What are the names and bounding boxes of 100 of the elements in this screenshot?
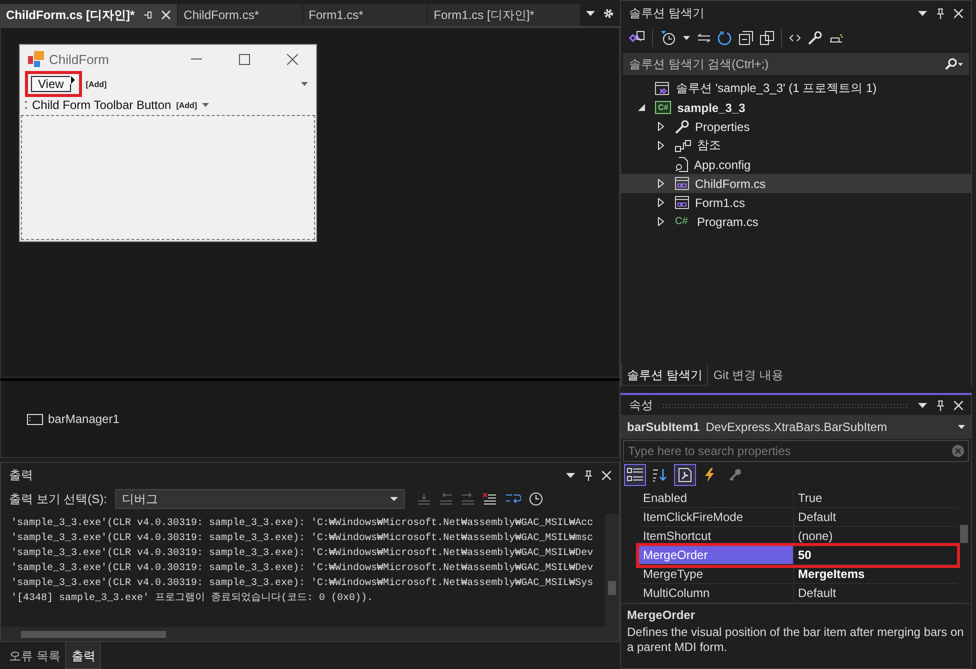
dropdown-icon[interactable] bbox=[390, 497, 398, 501]
panel-tab[interactable]: 오류 목록 bbox=[4, 642, 66, 669]
dropdown-icon[interactable] bbox=[586, 10, 595, 16]
object-selector[interactable]: barSubItem1 DevExpress.XtraBars.BarSubItem bbox=[621, 415, 971, 439]
dropdown-icon[interactable] bbox=[918, 402, 927, 408]
panel-tab[interactable]: 출력 bbox=[65, 642, 102, 669]
document-tab[interactable]: ChildForm.cs [디자인]* bbox=[0, 4, 178, 26]
tree-item[interactable]: App.config bbox=[621, 155, 971, 174]
property-row[interactable]: MultiColumn Default bbox=[639, 584, 957, 603]
search-field[interactable]: Type here to search properties bbox=[623, 440, 969, 462]
file-icon: C# bbox=[675, 216, 691, 227]
tree-item[interactable]: 솔루션 'sample_3_3' (1 프로젝트의 1) bbox=[621, 79, 971, 98]
solution-icon[interactable] bbox=[629, 31, 645, 45]
solution-icon bbox=[655, 82, 670, 96]
config-file-icon bbox=[675, 157, 688, 172]
maximize-icon[interactable] bbox=[239, 54, 250, 64]
source-label: 출력 보기 선택(S): bbox=[9, 490, 107, 508]
collapsed-arrow-icon[interactable] bbox=[658, 217, 664, 226]
component-name[interactable]: barManager1 bbox=[48, 412, 120, 426]
menu-item[interactable]: View bbox=[31, 76, 71, 92]
minimize-icon[interactable] bbox=[191, 58, 202, 60]
sort-icon[interactable] bbox=[652, 468, 668, 482]
property-row[interactable]: Enabled True bbox=[639, 489, 957, 508]
add-item-link[interactable]: [Add] bbox=[176, 100, 198, 110]
close-icon[interactable] bbox=[287, 54, 298, 64]
references-icon bbox=[675, 140, 691, 152]
document-wrench-icon[interactable] bbox=[677, 468, 693, 482]
output-line: 'sample_3_3.exe'(CLR v4.0.30319: sample_3_3.exe): 'C:₩Windows₩Microsoft.Net₩assembly₩GAC_MSIL₩Acc bbox=[11, 516, 594, 531]
tree-item[interactable]: C# Program.cs bbox=[621, 212, 971, 231]
app-icon bbox=[28, 50, 45, 68]
output-line: '[4348] sample_3_3.exe' 프로그램이 종료되었습니다(코드: 0 (0x0)). bbox=[11, 592, 374, 606]
project-icon: C# bbox=[655, 101, 672, 114]
component-icon bbox=[27, 414, 43, 424]
form-window[interactable]: ChildForm View [Add] Child Form Toolbar Button [Add] bbox=[19, 44, 317, 242]
dropdown-icon[interactable] bbox=[683, 36, 690, 40]
word-wrap-icon[interactable] bbox=[505, 492, 521, 506]
property-row[interactable]: MergeType MergeItems bbox=[639, 565, 957, 584]
collapsed-arrow-icon[interactable] bbox=[658, 122, 664, 131]
categorized-button[interactable] bbox=[624, 464, 646, 486]
pin-icon[interactable] bbox=[584, 470, 593, 480]
pin-icon[interactable] bbox=[142, 10, 153, 20]
refresh-icon[interactable] bbox=[718, 31, 732, 45]
goto-line-icon[interactable] bbox=[417, 493, 431, 505]
form-file-icon bbox=[675, 196, 689, 209]
history-icon[interactable] bbox=[660, 30, 676, 46]
settings-icon[interactable] bbox=[603, 8, 614, 18]
property-row[interactable]: MergeOrder 50 bbox=[639, 546, 957, 565]
collapse-all-icon[interactable] bbox=[739, 31, 753, 45]
collapsed-arrow-icon[interactable] bbox=[658, 179, 664, 188]
collapsed-arrow-icon[interactable] bbox=[658, 198, 664, 207]
sync-icon[interactable] bbox=[697, 33, 711, 43]
source-dropdown[interactable]: 디버그 bbox=[115, 489, 405, 509]
dropdown-icon[interactable] bbox=[958, 425, 965, 429]
toolbar-button[interactable]: Child Form Toolbar Button bbox=[32, 98, 172, 112]
wrench-icon bbox=[675, 120, 689, 134]
copy-icon[interactable] bbox=[760, 31, 774, 45]
properties-button[interactable] bbox=[674, 464, 696, 486]
output-line: 'sample_3_3.exe'(CLR v4.0.30319: sample_3_3.exe): 'C:₩Windows₩Microsoft.Net₩assembly₩GAC_MSIL₩Dev bbox=[11, 546, 594, 561]
output-line: 'sample_3_3.exe'(CLR v4.0.30319: sample_3_3.exe): 'C:₩Windows₩Microsoft.Net₩assembly₩GAC_MSIL₩Dev bbox=[11, 562, 594, 576]
document-tab[interactable]: Form1.cs [디자인]* bbox=[428, 4, 581, 26]
panel-title: 솔루션 탐색기 bbox=[629, 4, 704, 22]
preview-icon[interactable] bbox=[829, 33, 843, 43]
tree-item[interactable]: 참조 bbox=[621, 136, 971, 155]
description-text: Defines the visual position of the bar item after merging bars on a parent MDI form. bbox=[627, 625, 965, 655]
document-tab[interactable]: ChildForm.cs* bbox=[178, 4, 303, 26]
tree-item[interactable]: ChildForm.cs bbox=[621, 174, 971, 193]
panel-title: 출력 bbox=[9, 466, 33, 484]
description-title: MergeOrder bbox=[627, 608, 696, 622]
clear-all-icon[interactable] bbox=[483, 493, 497, 505]
search-icon[interactable] bbox=[945, 58, 963, 70]
panel-tab[interactable]: Git 변경 내용 bbox=[708, 364, 788, 386]
clock-icon[interactable] bbox=[529, 492, 543, 506]
next-message-icon[interactable] bbox=[461, 493, 475, 505]
key-icon[interactable] bbox=[727, 468, 743, 482]
wrench-icon[interactable] bbox=[808, 31, 822, 45]
search-field[interactable]: 솔루션 탐색기 검색(Ctrl+;) bbox=[623, 53, 969, 75]
tree-item[interactable]: C# sample_3_3 bbox=[621, 98, 971, 117]
collapsed-arrow-icon[interactable] bbox=[658, 141, 664, 150]
tree-item[interactable]: Form1.cs bbox=[621, 193, 971, 212]
output-line: 'sample_3_3.exe'(CLR v4.0.30319: sample_3_3.exe): 'C:₩Windows₩Microsoft.Net₩assembly₩GAC_MSIL₩msc bbox=[11, 532, 594, 546]
vertical-scrollbar[interactable] bbox=[605, 514, 619, 627]
panel-title: 속성 bbox=[629, 396, 653, 414]
property-row[interactable]: ItemClickFireMode Default bbox=[639, 508, 957, 527]
list-icon[interactable] bbox=[627, 468, 643, 482]
panel-tab[interactable]: 솔루션 탐색기 bbox=[621, 364, 708, 386]
code-icon[interactable] bbox=[789, 34, 801, 42]
pin-icon[interactable] bbox=[936, 400, 945, 410]
horizontal-scrollbar[interactable] bbox=[1, 627, 619, 641]
dropdown-icon[interactable] bbox=[918, 10, 927, 16]
previous-message-icon[interactable] bbox=[439, 493, 453, 505]
form-title: ChildForm bbox=[49, 52, 109, 66]
add-item-link[interactable]: [Add] bbox=[86, 80, 107, 88]
tree-item[interactable]: Properties bbox=[621, 117, 971, 136]
clear-icon[interactable] bbox=[952, 445, 964, 457]
expanded-arrow-icon[interactable] bbox=[638, 104, 644, 111]
output-line: 'sample_3_3.exe'(CLR v4.0.30319: sample_3_3.exe): 'C:₩Windows₩Microsoft.Net₩assembly₩GAC_MSIL₩Sys bbox=[11, 576, 594, 591]
document-tab[interactable]: Form1.cs* bbox=[302, 4, 428, 26]
form-file-icon bbox=[675, 177, 689, 190]
dropdown-icon[interactable] bbox=[566, 472, 575, 478]
pin-icon[interactable] bbox=[936, 8, 945, 18]
